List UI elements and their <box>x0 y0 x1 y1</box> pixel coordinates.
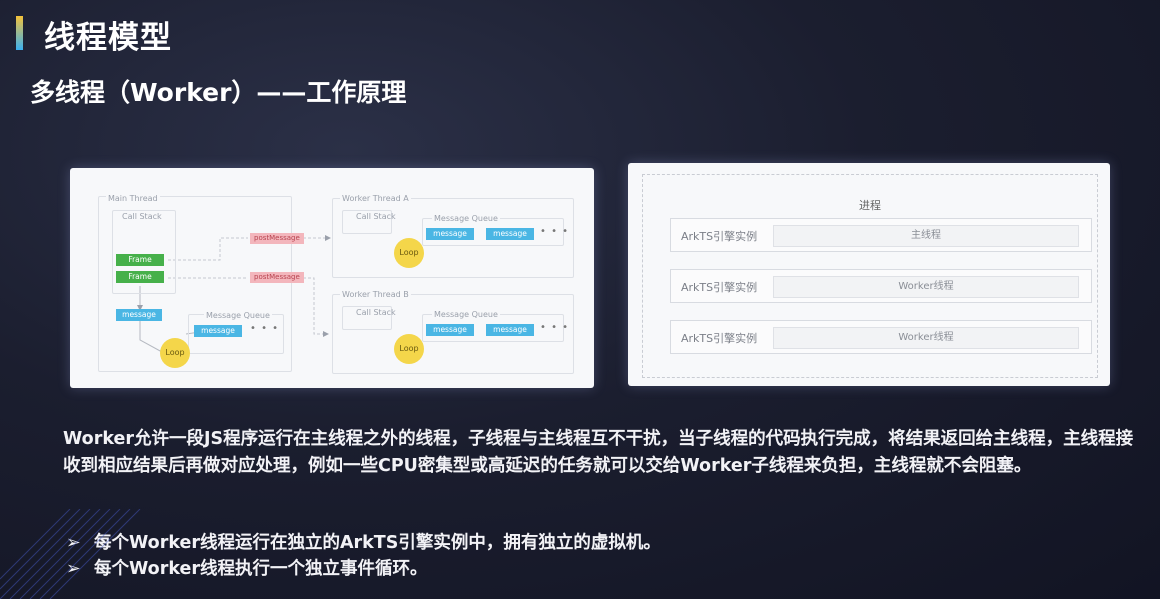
queued-message: message <box>426 228 474 240</box>
post-message-label: postMessage <box>250 272 304 283</box>
queued-message: message <box>194 325 242 337</box>
worker-a-message-queue-label: Message Queue <box>432 214 500 223</box>
process-box: 进程 ArkTS引擎实例 主线程 ArkTS引擎实例 Worker线程 ArkT… <box>642 174 1098 378</box>
description-paragraph: Worker允许一段JS程序运行在主线程之外的线程，子线程与主线程互不干扰，当子… <box>63 429 1134 476</box>
queued-message: message <box>486 228 534 240</box>
frame-block: Frame <box>116 254 164 266</box>
queue-dots: • • • <box>540 322 570 333</box>
bullet-item: ➢ 每个Worker线程运行在独立的ArkTS引擎实例中，拥有独立的虚拟机。 <box>66 529 661 554</box>
engine-instance-row: ArkTS引擎实例 主线程 <box>670 218 1092 252</box>
main-message-queue-label: Message Queue <box>204 311 272 320</box>
process-diagram: 进程 ArkTS引擎实例 主线程 ArkTS引擎实例 Worker线程 ArkT… <box>628 163 1110 386</box>
engine-instance-label: ArkTS引擎实例 <box>681 281 758 294</box>
worker-message-diagram: Main Thread Call Stack Frame Frame messa… <box>70 168 594 388</box>
bullet-text: 每个Worker线程运行在独立的ArkTS引擎实例中，拥有独立的虚拟机。 <box>94 533 661 553</box>
main-call-stack-label: Call Stack <box>122 212 162 221</box>
engine-instance-row: ArkTS引擎实例 Worker线程 <box>670 320 1092 354</box>
post-message-label: postMessage <box>250 233 304 244</box>
thread-cell: Worker线程 <box>773 276 1079 298</box>
queued-message: message <box>486 324 534 336</box>
frame-block: Frame <box>116 271 164 283</box>
worker-b-event-loop: Loop <box>394 334 424 364</box>
queue-dots: • • • <box>540 226 570 237</box>
engine-instance-label: ArkTS引擎实例 <box>681 230 758 243</box>
main-event-loop: Loop <box>160 338 190 368</box>
worker-a-label: Worker Thread A <box>340 194 411 203</box>
thread-cell: Worker线程 <box>773 327 1079 349</box>
worker-b-call-stack-label: Call Stack <box>356 308 396 317</box>
slide-title: 线程模型 <box>44 20 172 56</box>
engine-instance-row: ArkTS引擎实例 Worker线程 <box>670 269 1092 303</box>
queued-message: message <box>426 324 474 336</box>
engine-instance-label: ArkTS引擎实例 <box>681 332 758 345</box>
worker-b-message-queue-label: Message Queue <box>432 310 500 319</box>
slide-subtitle: 多线程（Worker）——工作原理 <box>30 78 407 107</box>
main-thread-label: Main Thread <box>106 194 160 203</box>
title-accent-bar <box>16 16 23 50</box>
message-block: message <box>116 309 162 321</box>
queue-dots: • • • <box>250 323 280 334</box>
worker-a-call-stack-label: Call Stack <box>356 212 396 221</box>
decorative-pattern <box>0 509 150 599</box>
worker-b-label: Worker Thread B <box>340 290 411 299</box>
thread-cell: 主线程 <box>773 225 1079 247</box>
worker-a-event-loop: Loop <box>394 238 424 268</box>
process-title: 进程 <box>859 199 881 212</box>
